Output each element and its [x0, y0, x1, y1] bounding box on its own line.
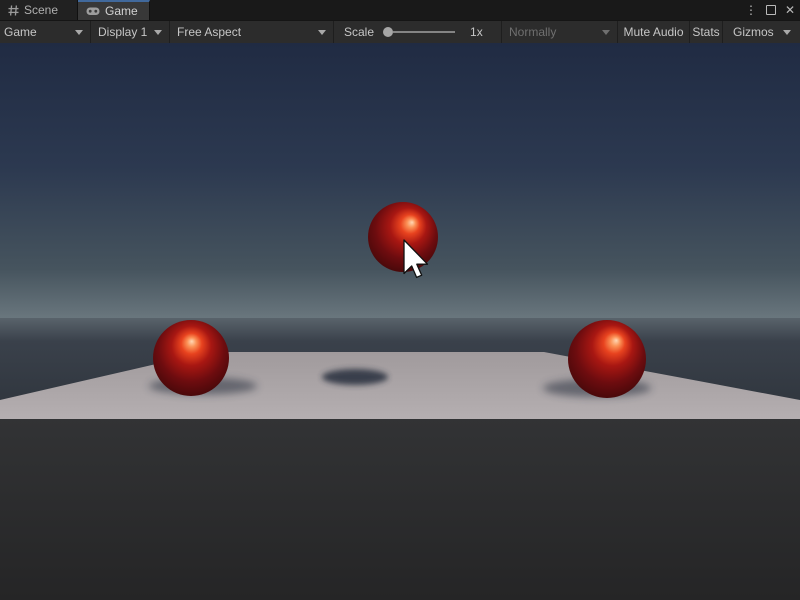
gizmos-label: Gizmos	[733, 25, 774, 39]
gizmos-dropdown[interactable]: Gizmos	[723, 21, 800, 43]
mute-audio-button[interactable]: Mute Audio	[618, 21, 690, 43]
tab-bar: Scene Game ⋮ ✕	[0, 0, 800, 20]
scale-slider-knob[interactable]	[383, 27, 393, 37]
chevron-down-icon	[154, 30, 162, 35]
game-viewport[interactable]	[0, 43, 800, 600]
chevron-down-icon	[75, 30, 83, 35]
scale-slider-track[interactable]	[393, 31, 455, 33]
tab-scene-label: Scene	[24, 3, 58, 17]
red-sphere-middle[interactable]	[368, 202, 438, 272]
aspect-ratio-dropdown[interactable]: Free Aspect	[170, 21, 334, 43]
chevron-down-icon	[602, 30, 610, 35]
aspect-ratio-label: Free Aspect	[177, 25, 241, 39]
close-icon[interactable]: ✕	[785, 4, 795, 16]
sky	[0, 43, 800, 319]
red-sphere-right[interactable]	[568, 320, 646, 398]
play-mode-dropdown[interactable]: Normally	[502, 21, 618, 43]
chevron-down-icon	[318, 30, 326, 35]
scale-value: 1x	[470, 25, 483, 39]
view-mode-label: Game	[4, 25, 37, 39]
tab-game[interactable]: Game	[78, 0, 150, 20]
window-controls: ⋮ ✕	[745, 0, 795, 20]
unity-game-window: Scene Game ⋮ ✕ Game Display 1	[0, 0, 800, 600]
mute-audio-label: Mute Audio	[623, 25, 683, 39]
tab-game-label: Game	[105, 4, 138, 18]
more-options-icon[interactable]: ⋮	[745, 4, 757, 16]
play-mode-label: Normally	[509, 25, 556, 39]
grid-icon	[8, 5, 19, 16]
sphere-middle-shadow	[322, 369, 388, 385]
game-view-toolbar: Game Display 1 Free Aspect Scale 1x Norm…	[0, 20, 800, 43]
chevron-down-icon	[783, 30, 791, 35]
display-dropdown[interactable]: Display 1	[91, 21, 170, 43]
view-mode-dropdown[interactable]: Game	[0, 21, 91, 43]
scale-control: Scale 1x	[334, 21, 502, 43]
tab-scene[interactable]: Scene	[0, 0, 78, 20]
stats-button[interactable]: Stats	[690, 21, 723, 43]
stats-label: Stats	[692, 25, 719, 39]
maximize-icon[interactable]	[766, 5, 776, 15]
scale-label: Scale	[344, 25, 374, 39]
foreground-ground	[0, 418, 800, 600]
red-sphere-left[interactable]	[153, 320, 229, 396]
display-label: Display 1	[98, 25, 147, 39]
gamepad-icon	[86, 5, 100, 17]
